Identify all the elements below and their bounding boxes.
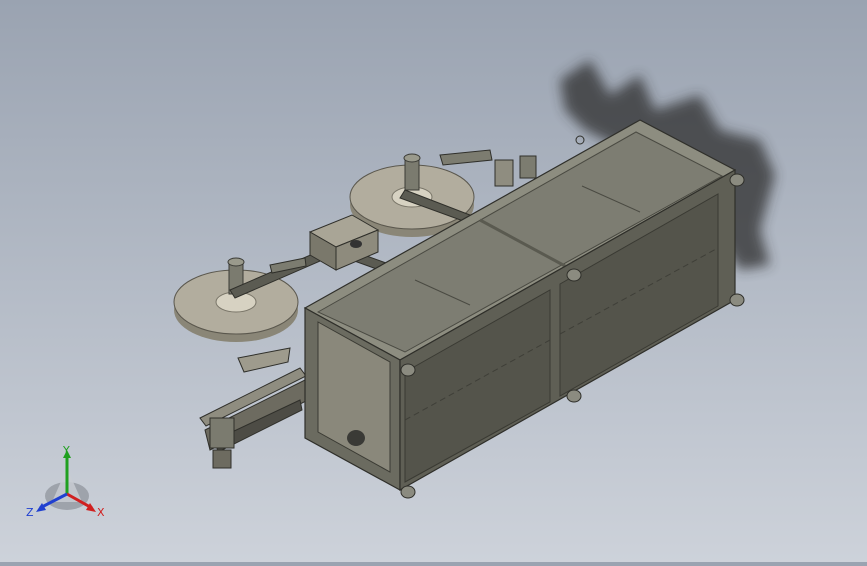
model-canvas[interactable] xyxy=(0,0,867,562)
x-axis-label: X xyxy=(97,506,105,519)
lower-conveyor-arm[interactable] xyxy=(199,347,309,469)
coordinate-triad: Y X Z xyxy=(26,446,105,519)
cad-3d-viewport[interactable] xyxy=(0,0,867,562)
z-axis-label: Z xyxy=(26,506,34,519)
y-axis-label: Y xyxy=(62,446,70,457)
